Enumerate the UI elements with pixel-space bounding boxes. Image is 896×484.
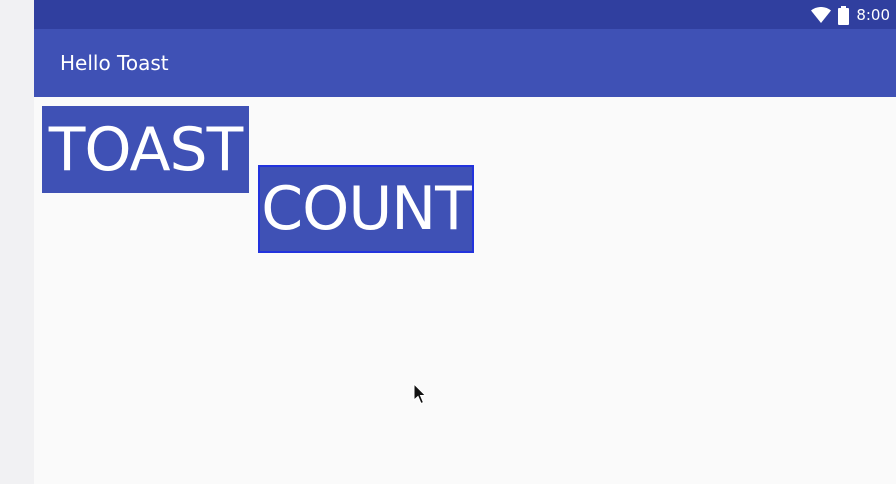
toast-button-label: TOAST — [48, 114, 244, 185]
device-screen: 8:00 Hello Toast TOAST COUNT — [34, 0, 896, 484]
battery-icon — [838, 5, 850, 25]
cursor-arrow-icon — [413, 382, 427, 409]
count-button[interactable]: COUNT — [258, 165, 474, 253]
status-icons: 8:00 — [811, 5, 890, 25]
app-title: Hello Toast — [60, 51, 169, 75]
wifi-icon — [811, 7, 832, 23]
main-content: TOAST COUNT — [34, 97, 896, 484]
left-gutter — [0, 0, 34, 484]
app-bar: Hello Toast — [34, 29, 896, 97]
toast-button[interactable]: TOAST — [42, 106, 249, 193]
status-bar: 8:00 — [34, 0, 896, 29]
count-button-label: COUNT — [261, 174, 472, 244]
status-clock: 8:00 — [856, 6, 890, 24]
